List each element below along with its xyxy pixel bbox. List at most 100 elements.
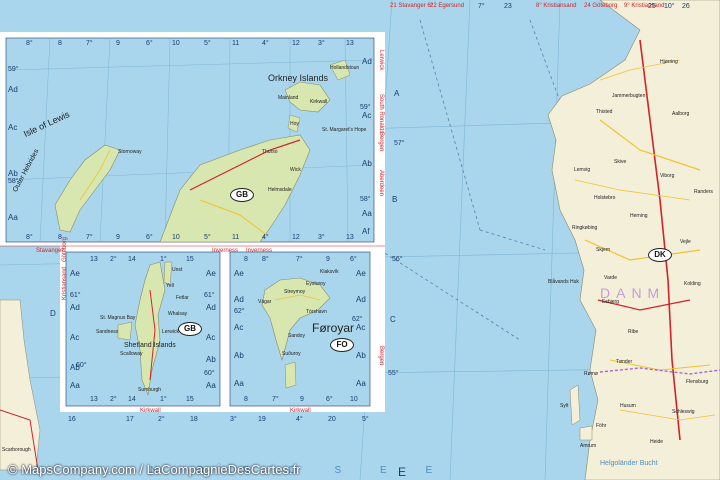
foehr-island [579, 425, 593, 441]
top-strip-label: 25 [648, 3, 656, 10]
grid-number: 4° [262, 40, 269, 47]
place-name: Eysturoy [306, 281, 326, 287]
grid-number: 7° [272, 396, 279, 403]
top-strip-label: 24 Göteborg [584, 3, 618, 9]
grid-number: 6° [146, 234, 153, 241]
top-strip-label: 22 Egersund [430, 3, 465, 9]
row-letter: Aa [234, 379, 244, 388]
place-name: Föhr [596, 423, 607, 429]
place-name: Hollandstoun [330, 65, 360, 71]
row-letter: Ac [356, 323, 366, 332]
top-strip-label: 26 [682, 3, 690, 10]
grid-number: 5° [204, 40, 211, 47]
place-name: Scalloway [120, 351, 143, 357]
place-name: Sumburgh [138, 387, 162, 393]
place-name: Fetlar [176, 295, 189, 301]
row-letter: Ad [206, 303, 216, 312]
place-name: Sylt [560, 403, 569, 409]
place-name: Ringkøbing [572, 225, 598, 231]
grid-number: 6° [146, 40, 153, 47]
row-letter: A [394, 89, 400, 98]
edge-label: Kirkwall [290, 408, 311, 414]
sandness-area [117, 321, 133, 341]
grid-number: 13 [346, 234, 354, 241]
grid-number: 9 [116, 40, 120, 47]
grid-number: 14 [128, 256, 136, 263]
grid-number: 19 [258, 416, 266, 423]
edge-label: Bergen [378, 132, 384, 152]
latitude-label: 61° [70, 292, 81, 299]
edge-label: Kirkwall [140, 408, 161, 414]
grid-number: 10 [350, 396, 358, 403]
place-name: Shetland Islands [124, 342, 176, 349]
row-letter: Aa [70, 381, 80, 390]
grid-number: 4° [262, 234, 269, 241]
edge-label: Inverness [246, 248, 273, 254]
top-strip-label: 23 [504, 3, 512, 10]
place-name: Vágar [258, 299, 272, 305]
country-name: DANM [600, 285, 666, 301]
country-badge: GB [230, 188, 254, 202]
grid-number: 6° [350, 256, 357, 263]
latitude-label: 55° [388, 370, 399, 377]
top-strip-label: 8° Kristiansand [536, 3, 577, 9]
latitude-label: 58° [360, 196, 371, 203]
edge-label: Aberdeen [378, 170, 384, 197]
row-letter: Ae [356, 269, 366, 278]
row-letter: Ab [356, 351, 366, 360]
place-name: Holstebro [594, 195, 616, 201]
grid-number: 8 [244, 256, 248, 263]
row-letter: Aa [362, 209, 372, 218]
latitude-label: 56° [392, 256, 403, 263]
place-name: Tórshavn [306, 309, 327, 315]
map-base-svg [0, 0, 720, 480]
edge-label: Kristiansand [62, 266, 68, 300]
grid-number: 11 [232, 40, 240, 47]
place-name: Streymoy [284, 289, 306, 295]
place-name: Hjørring [660, 59, 678, 65]
place-name: St. Magnus Bay [100, 315, 136, 321]
place-name: Mainland [278, 95, 299, 101]
grid-number: 14 [128, 396, 136, 403]
grid-number: 5° [204, 234, 211, 241]
country-badge: DK [648, 248, 672, 262]
place-name: Flensburg [686, 379, 709, 385]
top-strip-label: 9° Kristiansand [624, 3, 665, 9]
top-strip-label: 21 Stavanger 6° [390, 3, 434, 9]
place-name: Sandoy [288, 333, 305, 339]
copyright-footer: © MapsCompany.com / LaCompagnieDesCartes… [8, 462, 301, 477]
grid-number: 5° [362, 416, 369, 423]
place-name: Husum [620, 403, 636, 409]
place-name: Kirkwall [310, 99, 328, 105]
place-name: Lerwick [162, 329, 179, 335]
grid-number: 15 [186, 396, 194, 403]
grid-number: 7° [86, 234, 93, 241]
row-letter: Ad [8, 85, 18, 94]
grid-number: 13 [346, 40, 354, 47]
grid-number: 18 [190, 416, 198, 423]
place-name: Stornoway [118, 149, 142, 155]
latitude-label: 59° [8, 66, 19, 73]
place-name: Tønder [616, 359, 633, 365]
place-name: Orkney Islands [268, 73, 329, 83]
row-letter: Ae [234, 269, 244, 278]
row-letter: Ae [206, 269, 216, 278]
place-name: Jammerbugten [612, 93, 646, 99]
edge-label: Lerwick [378, 50, 384, 71]
row-letter: D [50, 309, 56, 318]
grid-number: 9 [300, 396, 304, 403]
place-name: Amrum [580, 443, 597, 449]
row-letter: Ab [234, 351, 244, 360]
place-name: Yell [166, 283, 174, 289]
row-letter: Ac [70, 333, 80, 342]
place-name: Klaksvík [320, 269, 339, 275]
sylt-island [569, 384, 581, 426]
grid-number: 15 [186, 256, 194, 263]
latitude-label: 57° [394, 140, 405, 147]
place-name: Helmsdale [268, 187, 292, 193]
map-canvas[interactable]: 21 Stavanger 6° 22 Egersund 7° 23 8° Kri… [0, 0, 720, 480]
row-letter: Aa [356, 379, 366, 388]
place-name: St. Margaret's Hope [322, 127, 367, 133]
grid-number: 2° [158, 416, 165, 423]
grid-number: 20 [328, 416, 336, 423]
